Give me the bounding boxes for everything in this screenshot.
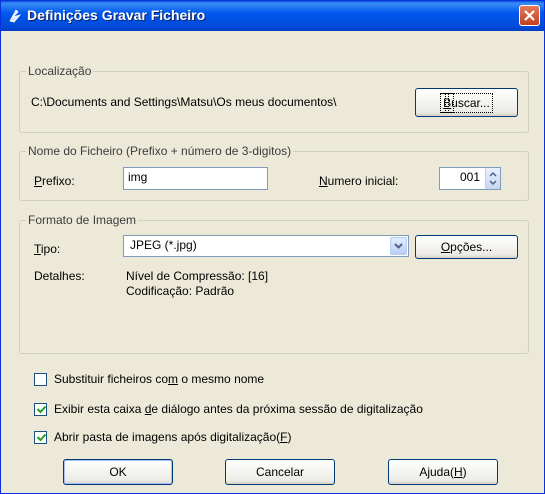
checkmark-icon [36, 405, 47, 414]
type-label: Tipo: [34, 242, 61, 256]
prefix-label: Prefixo: [34, 174, 75, 188]
open-folder-label[interactable]: Abrir pasta de imagens após digitalizaçã… [54, 430, 291, 444]
spin-updown-icon[interactable] [485, 168, 500, 189]
start-number-label: Numero inicial: [319, 174, 399, 188]
location-group-label: Localização [26, 64, 94, 78]
open-folder-checkbox[interactable] [34, 431, 47, 444]
start-number-stepper[interactable]: 001 [439, 167, 501, 190]
type-select[interactable]: JPEG (*.jpg) [123, 235, 409, 257]
overwrite-label[interactable]: Substituir ficheiros com o mesmo nome [54, 372, 264, 386]
help-button[interactable]: Ajuda(H) [388, 459, 498, 485]
save-file-settings-dialog: Definições Gravar Ficheiro Localização C… [0, 0, 545, 494]
type-dropdown-button[interactable] [390, 237, 407, 255]
chevron-down-icon [394, 243, 403, 249]
details-label: Detalhes: [34, 269, 85, 283]
compression-level: Nível de Compressão: [16] [126, 269, 269, 283]
checkmark-icon [36, 433, 47, 442]
window-title: Definições Gravar Ficheiro [27, 7, 206, 23]
prefix-input[interactable]: img [123, 167, 268, 190]
title-bar[interactable]: Definições Gravar Ficheiro [1, 1, 544, 31]
show-dialog-checkbox[interactable] [34, 403, 47, 416]
encoding-value: Codificação: Padrão [126, 284, 235, 298]
cancel-button[interactable]: Cancelar [225, 459, 335, 485]
close-button[interactable] [519, 5, 540, 26]
scanner-app-icon [7, 8, 23, 24]
overwrite-checkbox[interactable] [34, 373, 47, 386]
filename-group-label: Nome do Ficheiro (Prefixo + número de 3-… [26, 144, 294, 158]
image-format-group-label: Formato de Imagem [26, 213, 139, 227]
options-button[interactable]: Opções... [415, 235, 518, 259]
close-icon [524, 10, 535, 21]
location-path: C:\Documents and Settings\Matsu\Os meus … [31, 95, 337, 109]
browse-button[interactable]: Buscar... [415, 88, 518, 117]
ok-button[interactable]: OK [63, 459, 173, 485]
show-dialog-label[interactable]: Exibir esta caixa de diálogo antes da pr… [54, 402, 423, 416]
